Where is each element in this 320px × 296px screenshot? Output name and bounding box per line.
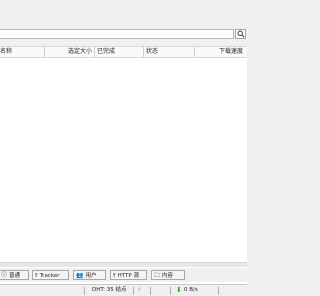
column-divider[interactable]: [143, 47, 144, 57]
download-speed[interactable]: 0 B/s: [184, 286, 198, 295]
column-download-speed[interactable]: 下载速度: [219, 47, 243, 57]
tab-content[interactable]: 🗀 内容: [151, 270, 185, 280]
status-divider: [170, 287, 171, 295]
status-divider: [84, 287, 85, 295]
tab-label: HTTP 源: [117, 273, 139, 279]
search-button[interactable]: [235, 29, 246, 39]
tab-label: 用户: [85, 273, 97, 279]
column-divider[interactable]: [194, 47, 195, 57]
properties-tabs: ⓘ 普通 ⫯ Tracker 👥 用户 ⫯ HTTP 源 🗀 内容: [0, 268, 247, 282]
info-icon: ⓘ: [1, 272, 8, 279]
transfer-list[interactable]: [0, 58, 247, 284]
column-name[interactable]: 名称: [0, 47, 12, 57]
column-divider[interactable]: [44, 47, 45, 57]
dht-nodes: DHT: 35 结点: [92, 287, 127, 293]
horizontal-scrollbar[interactable]: [0, 262, 247, 267]
tab-label: 内容: [162, 273, 174, 279]
folder-icon: 🗀: [154, 272, 161, 279]
status-divider: [150, 287, 151, 295]
status-bar: DHT: 35 结点 ⚡ ⬇ 0 B/s: [0, 284, 247, 296]
download-arrow-icon: ⬇: [176, 286, 182, 294]
search-input[interactable]: [0, 29, 234, 39]
search-bar: [0, 27, 247, 42]
tab-label: Tracker: [39, 273, 60, 279]
transfer-list-header: 名称 选定大小 已完成 状态 下载速度: [0, 46, 247, 58]
toolbar: [0, 0, 247, 27]
tab-trackers[interactable]: ⫯ Tracker: [32, 270, 69, 280]
column-divider[interactable]: [94, 47, 95, 57]
column-selected-size[interactable]: 选定大小: [68, 47, 92, 57]
tab-general[interactable]: ⓘ 普通: [0, 270, 29, 280]
tab-http-sources[interactable]: ⫯ HTTP 源: [110, 270, 147, 280]
status-divider: [133, 287, 134, 295]
users-icon: 👥: [76, 272, 84, 279]
status-divider: [218, 287, 219, 295]
tracker-icon: ⫯: [35, 272, 38, 279]
column-status[interactable]: 状态: [146, 47, 158, 57]
tab-label: 普通: [9, 273, 21, 279]
column-progress[interactable]: 已完成: [97, 47, 115, 57]
http-source-icon: ⫯: [113, 272, 116, 279]
tab-peers[interactable]: 👥 用户: [73, 270, 106, 280]
search-icon: [237, 30, 245, 38]
connection-status-icon[interactable]: ⚡: [137, 286, 142, 295]
